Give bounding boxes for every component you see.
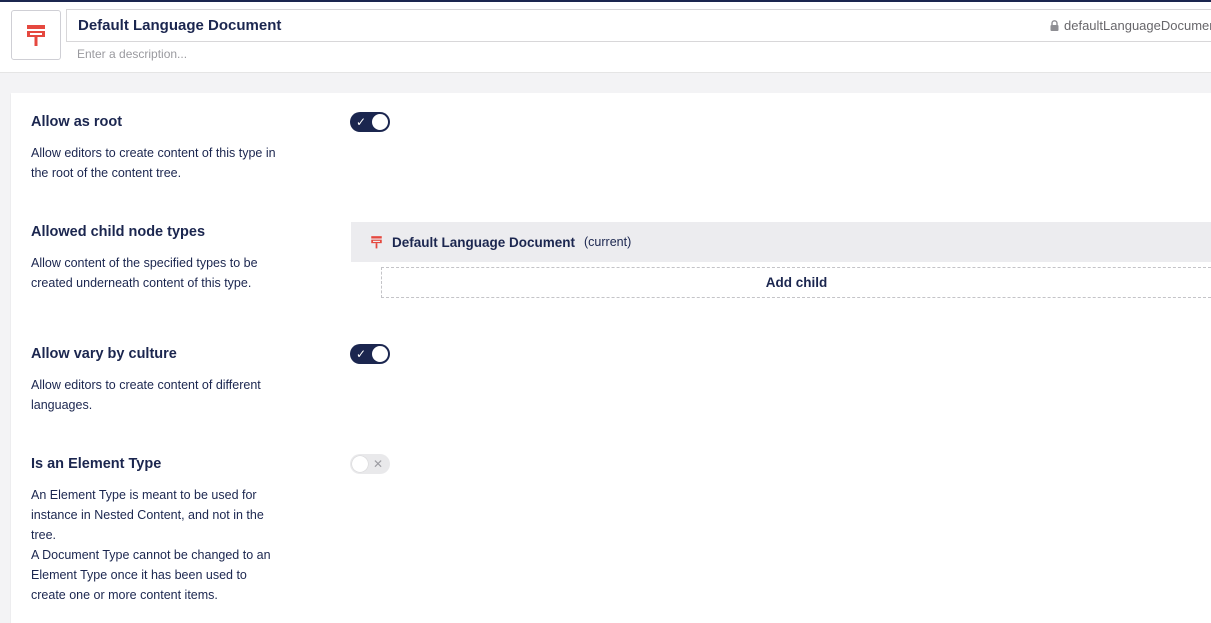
close-icon: ✕ xyxy=(372,457,383,471)
stamp-icon xyxy=(27,25,45,46)
element-type-toggle[interactable]: ✕ xyxy=(350,454,390,474)
setting-title: Allowed child node types xyxy=(31,224,206,240)
lock-icon[interactable] xyxy=(1050,20,1059,31)
vary-culture-toggle[interactable]: ✓ xyxy=(350,344,390,364)
setting-vary-culture: Allow vary by culture Allow editors to c… xyxy=(31,345,281,415)
toggle-knob xyxy=(352,456,368,472)
check-icon: ✓ xyxy=(356,115,367,129)
allow-root-toggle[interactable]: ✓ xyxy=(350,112,390,132)
permissions-panel: Allow as root Allow editors to create co… xyxy=(11,93,1211,623)
doctype-header: default Language Document xyxy=(0,2,1211,73)
setting-description-note: A Document Type cannot be changed to an … xyxy=(31,548,271,602)
setting-title: Allow as root xyxy=(31,114,123,130)
allowed-child-item[interactable]: Default Language Document (current) xyxy=(351,222,1211,262)
toggle-knob xyxy=(372,346,388,362)
setting-description: Allow content of the specified types to … xyxy=(31,256,258,290)
stamp-icon xyxy=(371,236,382,249)
alias-field[interactable]: defaultLanguageDocument xyxy=(1050,18,1211,33)
setting-element-type: Is an Element Type An Element Type is me… xyxy=(31,455,281,605)
child-type-name: Default Language Document xyxy=(392,234,576,250)
setting-description: Allow editors to create content of this … xyxy=(31,146,276,180)
check-icon: ✓ xyxy=(356,347,367,361)
setting-title: Is an Element Type xyxy=(31,456,162,472)
add-child-button[interactable]: Add child xyxy=(381,267,1211,298)
setting-description: Allow editors to create content of diffe… xyxy=(31,378,261,412)
doctype-icon-picker[interactable] xyxy=(11,10,61,60)
toggle-knob xyxy=(372,114,388,130)
current-label: (current) xyxy=(584,235,632,249)
setting-title: Allow vary by culture xyxy=(31,346,177,362)
description-input[interactable] xyxy=(66,44,688,64)
alias-text: defaultLanguageDocument xyxy=(1064,18,1211,33)
setting-allow-root: Allow as root Allow editors to create co… xyxy=(31,113,281,183)
doctype-name-input[interactable] xyxy=(66,9,1211,42)
setting-allowed-children: Allowed child node types Allow content o… xyxy=(31,223,281,293)
setting-description: An Element Type is meant to be used for … xyxy=(31,488,264,542)
